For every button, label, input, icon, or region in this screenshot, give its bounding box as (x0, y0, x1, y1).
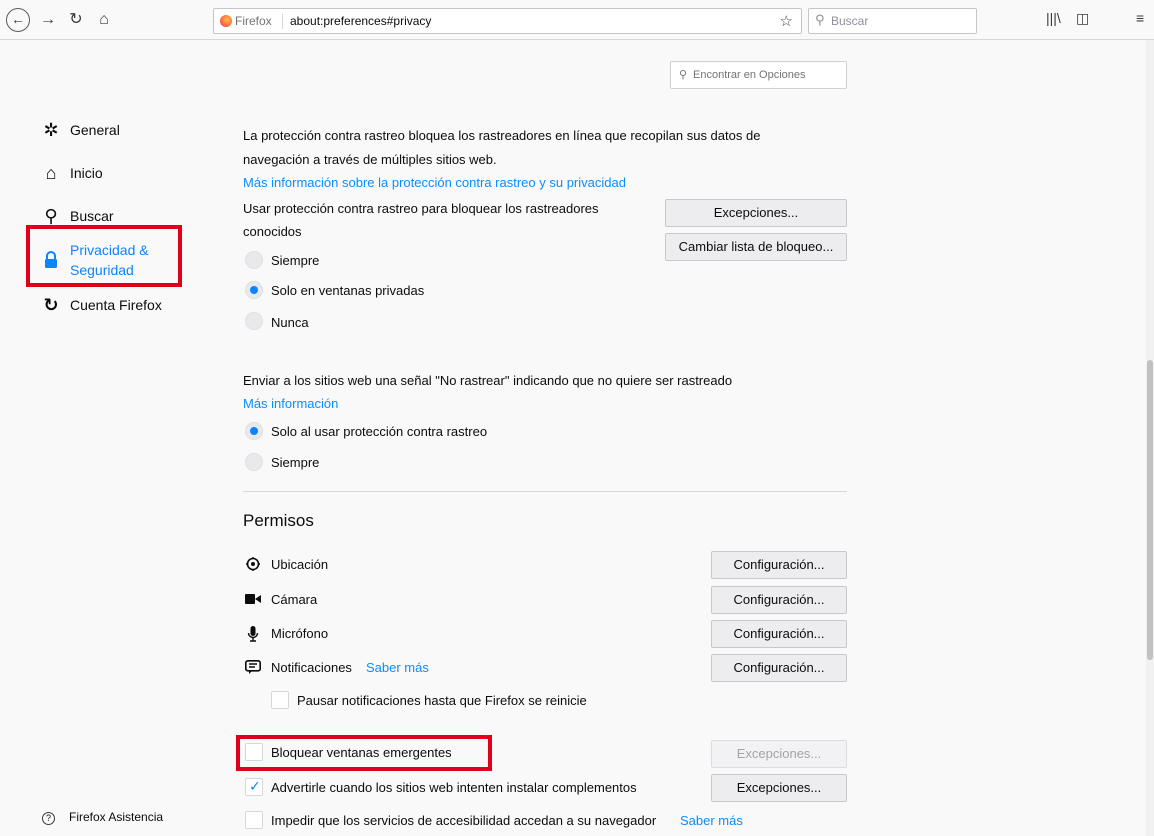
location-icon (245, 557, 261, 573)
sidebar-item-label: Cuenta Firefox (70, 297, 162, 313)
dnt-learn-more-link[interactable]: Más información (243, 396, 338, 411)
radio-tracking-never[interactable] (245, 312, 263, 330)
identity-label: Firefox (235, 14, 272, 28)
tracking-use-label-line1: Usar protección contra rastreo para bloq… (243, 201, 599, 216)
library-icon[interactable]: |||\ (1046, 10, 1061, 26)
sidebar-item-home[interactable]: ⌂ Inicio (40, 153, 103, 193)
tracking-learn-more-link[interactable]: Más información sobre la protección cont… (243, 175, 626, 190)
reload-button[interactable]: ↻ (66, 10, 86, 30)
location-settings-button[interactable]: Configuración... (711, 551, 847, 579)
url-bar[interactable]: Firefox about:preferences#privacy ☆ (213, 8, 802, 34)
highlight-block-popups (236, 735, 492, 771)
sync-icon: ↻ (43, 294, 59, 315)
url-text[interactable]: about:preferences#privacy (290, 14, 431, 28)
tracking-use-label-line2: conocidos (243, 224, 302, 239)
firefox-logo-icon (220, 15, 232, 27)
sidebar-item-label: General (70, 122, 120, 138)
forward-button[interactable]: → (38, 10, 58, 30)
microphone-icon (245, 626, 261, 642)
sidebar-toggle-icon[interactable]: ◫ (1076, 10, 1089, 27)
help-icon: ? (42, 812, 55, 825)
notifications-settings-button[interactable]: Configuración... (711, 654, 847, 682)
notifications-learn-more-link[interactable]: Saber más (366, 660, 429, 675)
highlight-privacy (26, 225, 182, 287)
pause-notifications-label: Pausar notificaciones hasta que Firefox … (297, 693, 587, 708)
search-bar[interactable]: ⚲ Buscar (808, 8, 977, 34)
search-icon: ⚲ (44, 205, 58, 226)
addons-exceptions-button[interactable]: Excepciones... (711, 774, 847, 802)
radio-label: Nunca (271, 315, 309, 330)
warn-addons-checkbox[interactable] (245, 778, 263, 796)
notification-icon (245, 660, 261, 676)
warn-addons-label: Advertirle cuando los sitios web intente… (271, 780, 637, 795)
sidebar-item-firefox-account[interactable]: ↻ Cuenta Firefox (40, 285, 162, 325)
firefox-support-link[interactable]: ? Firefox Asistencia (42, 810, 163, 825)
url-separator (282, 14, 283, 29)
radio-label: Solo en ventanas privadas (271, 283, 425, 298)
menu-icon[interactable]: ≡ (1136, 10, 1144, 26)
permission-camera-label: Cámara (271, 592, 318, 607)
accessibility-label: Impedir que los servicios de accesibilid… (271, 813, 657, 828)
radio-label: Solo al usar protección contra rastreo (271, 424, 488, 439)
sidebar-item-general[interactable]: ✲ General (40, 110, 120, 150)
section-divider (243, 491, 847, 492)
camera-settings-button[interactable]: Configuración... (711, 586, 847, 614)
radio-label: Siempre (271, 253, 320, 268)
dnt-label: Enviar a los sitios web una señal "No ra… (243, 373, 733, 388)
scrollbar[interactable] (1146, 40, 1154, 836)
back-button[interactable]: ← (6, 8, 30, 32)
home-button[interactable]: ⌂ (94, 10, 114, 30)
help-label: Firefox Asistencia (69, 810, 164, 824)
browser-toolbar: ← → ↻ ⌂ Firefox about:preferences#privac… (0, 0, 1154, 40)
search-icon: ⚲ (679, 69, 688, 81)
tracking-description-line1: La protección contra rastreo bloquea los… (243, 128, 761, 143)
popups-exceptions-button[interactable]: Excepciones... (711, 740, 847, 768)
accessibility-learn-more-link[interactable]: Saber más (680, 813, 743, 828)
identity-box[interactable]: Firefox (220, 14, 272, 28)
radio-label: Siempre (271, 455, 320, 470)
microphone-settings-button[interactable]: Configuración... (711, 620, 847, 648)
find-in-options-input[interactable]: ⚲ Encontrar en Opciones (670, 61, 847, 89)
search-placeholder: Buscar (831, 14, 869, 28)
permissions-title: Permisos (243, 511, 314, 530)
tracking-description-line2: navegación a través de múltiples sitios … (243, 152, 497, 167)
radio-dnt-tracking-only[interactable] (245, 422, 263, 440)
find-placeholder: Encontrar en Opciones (693, 69, 806, 81)
permission-location-label: Ubicación (271, 557, 329, 572)
camera-icon (245, 592, 261, 608)
radio-tracking-private-only[interactable] (245, 281, 263, 299)
bookmark-star-icon[interactable]: ☆ (780, 12, 793, 30)
tracking-exceptions-button[interactable]: Excepciones... (665, 199, 847, 227)
scrollbar-thumb[interactable] (1147, 360, 1153, 660)
pause-notifications-checkbox[interactable] (271, 691, 289, 709)
change-block-list-button[interactable]: Cambiar lista de bloqueo... (665, 233, 847, 261)
radio-dnt-always[interactable] (245, 453, 263, 471)
radio-tracking-always[interactable] (245, 251, 263, 269)
accessibility-checkbox[interactable] (245, 811, 263, 829)
permission-microphone-label: Micrófono (271, 626, 329, 641)
permission-notifications-label: Notificaciones (271, 660, 352, 675)
sidebar-item-label: Buscar (70, 208, 114, 224)
home-icon: ⌂ (45, 162, 57, 183)
gear-icon: ✲ (43, 119, 59, 140)
search-icon: ⚲ (815, 12, 825, 27)
sidebar-item-label: Inicio (70, 165, 103, 181)
